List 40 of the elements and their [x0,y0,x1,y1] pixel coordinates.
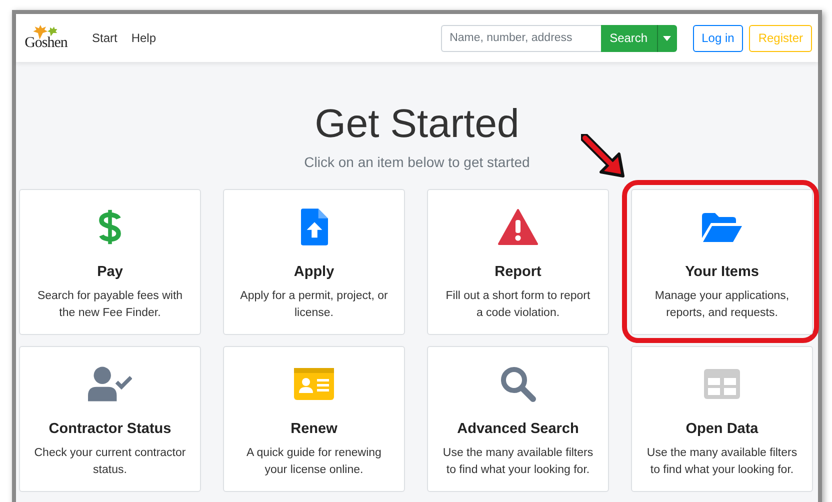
card-description: Search for payable fees with the new Fee Finder. [36,289,184,321]
card-title: Contractor Status [48,421,172,437]
nav-link[interactable]: Start [92,31,118,45]
dollar-icon [98,208,122,246]
login-button[interactable]: Log in [692,24,744,52]
card-title: Report [494,264,542,280]
nav-link[interactable]: Help [131,31,156,45]
logo[interactable]: Goshen [22,24,70,52]
item-card[interactable]: Pay Search for payable fees with the new Fee Finder. [19,189,201,335]
card-description: Apply for a permit, project, or license. [239,289,389,321]
card-description: Use the many available filters to find what your looking for. [646,446,798,478]
card-title: Advanced Search [457,421,579,437]
warning-icon [498,208,538,246]
card-title: Pay [97,264,123,280]
item-card[interactable]: Contractor Status Check your current contractor status. [19,346,201,492]
search-icon [500,365,536,403]
item-card[interactable]: Report Fill out a short form to report a code violation. [427,189,609,335]
dropdown-toggle[interactable] [656,24,677,52]
card-title: Your Items [685,264,759,280]
item-card[interactable]: Advanced Search Use the many available filters to find what your looking for. [427,346,609,492]
id-card-icon [294,365,334,403]
card-title: Renew [290,421,338,437]
card-description: Check your current contractor status. [33,446,187,478]
card-title: Open Data [686,421,758,437]
search-field[interactable]: Name, number, address [440,24,601,52]
card-description: Manage your applications, reports, and requests. [654,289,790,321]
card-title: Apply [294,264,334,280]
arrow-icon [581,134,627,180]
caret-icon [663,36,672,40]
item-card[interactable]: Your Items Manage your applications, reports, and requests. [631,189,813,335]
card-description: Fill out a short form to report a code violation. [444,289,592,321]
item-card[interactable]: Apply Apply for a permit, project, or license. [223,189,405,335]
card-description: A quick guide for renewing your license online. [246,446,382,478]
file-upload-icon [300,208,328,246]
item-card[interactable]: Open Data Use the many available filters to find what your looking for. [631,346,813,492]
card-description: Use the many available filters to find what your looking for. [442,446,594,478]
item-card[interactable]: Renew A quick guide for renewing your license online. [223,346,405,492]
page-heading: Get Started [314,101,520,148]
user-check-icon [88,365,132,403]
page-subheading: Click on an item below to get started [303,154,531,170]
